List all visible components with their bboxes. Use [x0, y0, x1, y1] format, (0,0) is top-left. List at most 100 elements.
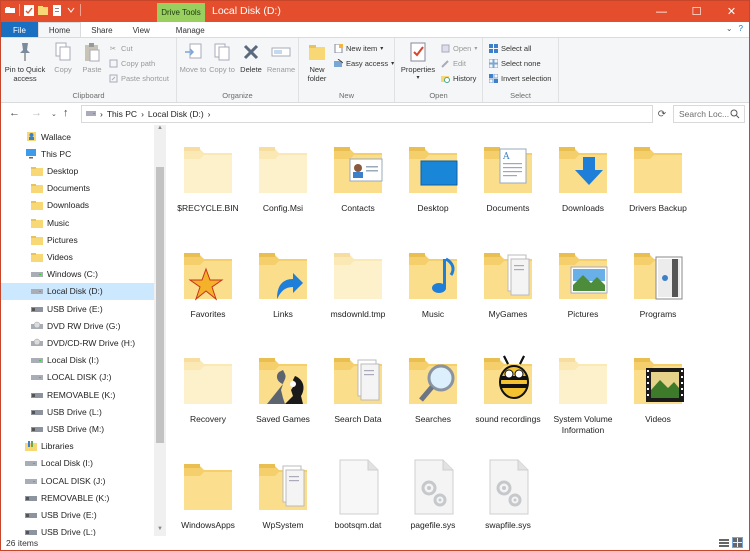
nav-item[interactable]: Local Disk (I:): [1, 352, 154, 369]
nav-item[interactable]: Documents: [1, 180, 154, 197]
file-item[interactable]: Links: [244, 237, 322, 341]
tab-home[interactable]: Home: [37, 22, 82, 38]
nav-item[interactable]: USB Drive (L:): [1, 403, 154, 420]
forward-arrow-icon[interactable]: →: [31, 107, 42, 119]
file-item[interactable]: Music: [394, 237, 472, 341]
nav-item[interactable]: Pictures: [1, 231, 154, 248]
file-item[interactable]: MyGames: [469, 237, 547, 341]
file-item[interactable]: Config.Msi: [244, 131, 322, 235]
cut-button[interactable]: ✂ Cut: [108, 43, 133, 53]
file-item[interactable]: Downloads: [544, 131, 622, 235]
address-bar[interactable]: › This PC › Local Disk (D:) ›: [81, 105, 653, 123]
scroll-up-icon[interactable]: ▲: [154, 125, 166, 135]
file-item[interactable]: Contacts: [319, 131, 397, 235]
help-icon[interactable]: ?: [739, 24, 743, 33]
file-item[interactable]: sound recordings: [469, 342, 547, 446]
new-item-button[interactable]: New item ▾: [333, 43, 383, 53]
nav-item[interactable]: USB Drive (E:): [1, 506, 154, 523]
collapse-ribbon-chevron-icon[interactable]: ⌄: [726, 24, 733, 33]
nav-item[interactable]: This PC: [1, 145, 154, 162]
close-button[interactable]: ✕: [714, 1, 749, 22]
select-none-button[interactable]: Select none: [488, 58, 541, 68]
back-arrow-icon[interactable]: ←: [9, 107, 20, 119]
tab-manage[interactable]: Manage: [166, 22, 215, 38]
pin-to-quick-access-button[interactable]: Pin to Quick access: [4, 41, 46, 83]
drive-tools-contextual-tab[interactable]: Drive Tools: [157, 3, 205, 22]
nav-item[interactable]: USB Drive (E:): [1, 300, 154, 317]
paste-button[interactable]: Paste: [78, 41, 106, 74]
copy-path-button[interactable]: Copy path: [108, 58, 155, 68]
file-item[interactable]: System Volume Information: [544, 342, 622, 446]
file-item[interactable]: Videos: [619, 342, 697, 446]
copy-to-button[interactable]: Copy to: [208, 41, 236, 74]
nav-item[interactable]: DVD/CD-RW Drive (H:): [1, 334, 154, 351]
invert-selection-button[interactable]: Invert selection: [488, 73, 551, 83]
file-item[interactable]: AA Documents: [469, 131, 547, 235]
file-item[interactable]: Programs: [619, 237, 697, 341]
nav-item-label: LOCAL DISK (J:): [47, 372, 112, 383]
file-item-label: Documents: [486, 203, 530, 213]
nav-item[interactable]: Desktop: [1, 162, 154, 179]
large-icons-view-icon[interactable]: [732, 537, 743, 548]
new-folder-button[interactable]: New folder: [302, 41, 332, 83]
search-input[interactable]: Search Loc...: [673, 105, 745, 123]
file-item[interactable]: $RECYCLE.BIN: [169, 131, 247, 235]
history-button[interactable]: History: [440, 73, 476, 83]
file-item[interactable]: Favorites: [169, 237, 247, 341]
nav-item[interactable]: Videos: [1, 248, 154, 265]
delete-button[interactable]: Delete: [237, 41, 265, 74]
properties-button[interactable]: Properties ▾: [398, 41, 438, 83]
properties-sheet-qa-icon[interactable]: [52, 4, 62, 16]
folder-icon: [31, 199, 43, 211]
recent-locations-chevron-icon[interactable]: ⌄: [51, 110, 57, 118]
maximize-button[interactable]: ☐: [679, 1, 714, 22]
tab-file[interactable]: File: [1, 22, 38, 38]
file-item[interactable]: Recovery: [169, 342, 247, 446]
nav-item[interactable]: Downloads: [1, 197, 154, 214]
nav-item[interactable]: Wallace: [1, 128, 154, 145]
properties-qa-icon[interactable]: [24, 4, 34, 16]
nav-item[interactable]: USB Drive (M:): [1, 420, 154, 437]
nav-item[interactable]: DVD RW Drive (G:): [1, 317, 154, 334]
file-item[interactable]: Desktop: [394, 131, 472, 235]
file-item[interactable]: msdownld.tmp: [319, 237, 397, 341]
nav-item[interactable]: USB Drive (L:): [1, 524, 154, 536]
nav-item[interactable]: Windows (C:): [1, 266, 154, 283]
nav-item[interactable]: Music: [1, 214, 154, 231]
breadcrumb-this-pc[interactable]: This PC: [107, 109, 137, 119]
nav-scrollbar[interactable]: ▲ ▼: [154, 125, 166, 536]
nav-item[interactable]: Libraries: [1, 438, 154, 455]
nav-item[interactable]: LOCAL DISK (J:): [1, 472, 154, 489]
file-item[interactable]: Search Data: [319, 342, 397, 446]
file-item[interactable]: Saved Games: [244, 342, 322, 446]
edit-button[interactable]: Edit: [440, 58, 466, 68]
file-item[interactable]: Drivers Backup: [619, 131, 697, 235]
nav-item[interactable]: REMOVABLE (K:): [1, 386, 154, 403]
scroll-thumb[interactable]: [156, 167, 164, 443]
rename-button[interactable]: Rename: [266, 41, 296, 74]
open-button[interactable]: Open ▾: [440, 43, 477, 53]
up-arrow-icon[interactable]: ↑: [63, 107, 69, 119]
nav-item[interactable]: Local Disk (D:): [1, 282, 154, 300]
minimize-button[interactable]: —: [644, 1, 679, 22]
nav-item[interactable]: Local Disk (I:): [1, 455, 154, 472]
paste-shortcut-button[interactable]: Paste shortcut: [108, 73, 169, 83]
new-folder-qa-icon[interactable]: [38, 4, 48, 16]
nav-item[interactable]: REMOVABLE (K:): [1, 489, 154, 506]
file-item[interactable]: Pictures: [544, 237, 622, 341]
scroll-down-icon[interactable]: ▼: [154, 526, 166, 536]
easy-access-button[interactable]: Easy access ▾: [333, 58, 394, 68]
details-view-icon[interactable]: [718, 537, 729, 548]
window-menu-icon[interactable]: [5, 4, 15, 16]
breadcrumb-separator: ›: [100, 109, 103, 119]
refresh-icon[interactable]: ⟳: [655, 105, 669, 123]
copy-button[interactable]: Copy: [49, 41, 77, 74]
tab-share[interactable]: Share: [81, 22, 122, 38]
select-all-button[interactable]: Select all: [488, 43, 531, 53]
customize-qa-chevron-icon[interactable]: [66, 4, 76, 16]
breadcrumb-local-disk[interactable]: Local Disk (D:): [148, 109, 204, 119]
nav-item[interactable]: LOCAL DISK (J:): [1, 369, 154, 386]
tab-view[interactable]: View: [123, 22, 160, 38]
file-item[interactable]: Searches: [394, 342, 472, 446]
move-to-button[interactable]: Move to: [179, 41, 207, 74]
